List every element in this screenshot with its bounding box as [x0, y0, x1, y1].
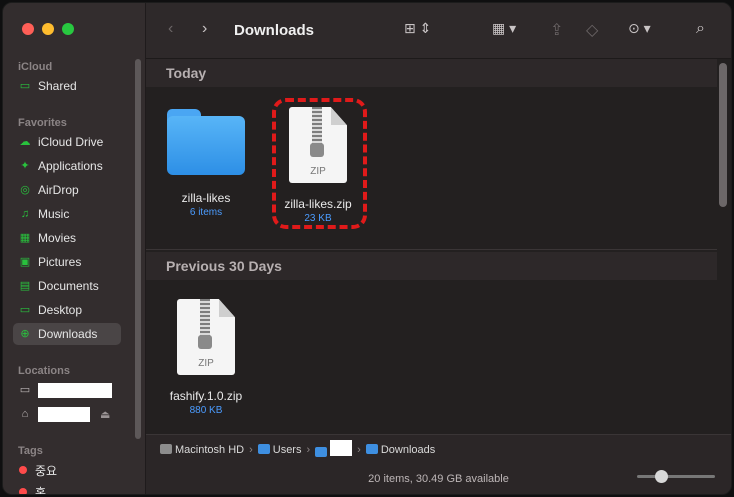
laptop-icon: ▭ — [19, 383, 31, 396]
airdrop-icon: ◎ — [20, 183, 30, 196]
section-divider — [146, 249, 717, 250]
zip-badge-label: ZIP — [198, 358, 214, 369]
section-header-today: Today — [146, 59, 717, 87]
sidebar-section-icloud: iCloud — [18, 61, 53, 73]
downloads-folder-icon — [365, 443, 378, 454]
redacted-name — [330, 440, 353, 456]
sidebar-item-documents[interactable]: ▤ Documents — [13, 275, 121, 297]
sidebar-section-favorites: Favorites — [18, 117, 67, 129]
content-scrollbar[interactable] — [719, 63, 727, 207]
path-item-users[interactable]: Users — [257, 443, 302, 456]
pictures-icon: ▣ — [19, 255, 31, 268]
sidebar-tag-label: 혹 — [35, 485, 47, 495]
search-icon[interactable]: ⌕ — [696, 20, 705, 38]
path-label: Downloads — [380, 443, 436, 456]
sidebar-item-label: Applications — [38, 159, 103, 173]
drive-icon: ⌂ — [21, 407, 29, 420]
sidebar-item-movies[interactable]: ▦ Movies — [13, 227, 121, 249]
file-meta: 880 KB — [189, 405, 223, 416]
cloud-icon: ☁ — [19, 135, 31, 148]
desktop-icon: ▭ — [19, 303, 31, 316]
view-mode-icon[interactable]: ⊞ ⇕ — [404, 20, 431, 37]
sidebar-section-tags: Tags — [18, 445, 43, 457]
movies-icon: ▦ — [19, 231, 31, 244]
sidebar-item-label: Movies — [38, 231, 77, 245]
slider-knob[interactable] — [655, 470, 668, 483]
shared-folder-icon: ▭ — [19, 79, 31, 92]
sidebar-scrollbar[interactable] — [135, 59, 141, 439]
file-meta: 6 items — [189, 207, 223, 218]
sidebar-tag-item[interactable]: 중요 — [13, 459, 121, 481]
file-name: fashify.1.0.zip — [169, 389, 243, 403]
forward-icon[interactable]: › — [202, 20, 207, 38]
zoom-window-button[interactable] — [62, 23, 74, 35]
tag-icon[interactable]: ◇ — [586, 20, 598, 40]
more-actions-icon[interactable]: ⊙ ▾ — [628, 20, 651, 37]
sidebar-section-locations: Locations — [18, 365, 70, 377]
sidebar-item-applications[interactable]: ✦ Applications — [13, 155, 121, 177]
group-by-icon[interactable]: ▦ ▾ — [492, 20, 516, 37]
path-label: Users — [272, 443, 302, 456]
tag-color-icon — [19, 488, 27, 494]
sidebar-item-pictures[interactable]: ▣ Pictures — [13, 251, 121, 273]
path-item-user[interactable] — [315, 440, 353, 459]
music-icon: ♫ — [20, 207, 30, 220]
file-item[interactable]: ZIP fashify.1.0.zip 880 KB — [156, 299, 256, 416]
file-name: zilla-likes — [181, 191, 231, 205]
toolbar: ‹ › Downloads ⊞ ⇕ ▦ ▾ ⇪ ◇ ⊙ ▾ ⌕ — [146, 3, 731, 59]
sidebar: iCloud ▭ Shared Favorites ☁ iCloud Drive… — [3, 3, 146, 494]
sidebar-item-desktop[interactable]: ▭ Desktop — [13, 299, 121, 321]
status-text: 20 items, 30.49 GB available — [368, 473, 509, 485]
path-item-hd[interactable]: Macintosh HD — [160, 443, 245, 456]
path-label: Macintosh HD — [175, 443, 245, 456]
path-separator: › — [249, 443, 253, 456]
section-header-previous-30-days: Previous 30 Days — [146, 252, 717, 280]
path-item-downloads[interactable]: Downloads — [365, 443, 436, 456]
sidebar-item-label: AirDrop — [38, 183, 79, 197]
sidebar-item-label: Downloads — [38, 327, 98, 341]
window-controls — [22, 23, 74, 35]
sidebar-item-label: Pictures — [38, 255, 82, 269]
path-bar: Macintosh HD › Users › › Downloads — [146, 434, 731, 464]
sidebar-tag-label: 중요 — [35, 463, 58, 478]
redacted-name — [38, 382, 112, 398]
sidebar-tag-item[interactable]: 혹 — [13, 481, 121, 495]
status-bar: 20 items, 30.49 GB available — [146, 464, 731, 494]
sidebar-item-music[interactable]: ♫ Music — [13, 203, 121, 225]
sidebar-item-downloads[interactable]: ⊕ Downloads — [13, 323, 121, 345]
minimize-window-button[interactable] — [42, 23, 54, 35]
file-item[interactable]: zilla-likes 6 items — [156, 109, 256, 218]
sidebar-item-label: Music — [38, 207, 70, 221]
sidebar-item-label: iCloud Drive — [38, 135, 104, 149]
sidebar-item-label: Shared — [38, 79, 77, 93]
downloads-icon: ⊕ — [20, 327, 30, 340]
zip-file-icon: ZIP — [177, 299, 235, 375]
sidebar-item-location-drive[interactable]: ⌂ ⏏ — [13, 403, 121, 425]
highlight-annotation — [272, 98, 367, 229]
sidebar-item-location-computer[interactable]: ▭ — [13, 379, 121, 401]
folder-icon — [167, 109, 245, 175]
redacted-name — [38, 406, 90, 422]
sidebar-item-airdrop[interactable]: ◎ AirDrop — [13, 179, 121, 201]
icon-size-slider[interactable] — [637, 470, 715, 483]
documents-icon: ▤ — [19, 279, 31, 292]
path-separator: › — [306, 443, 311, 456]
close-window-button[interactable] — [22, 23, 34, 35]
file-browser: Today zilla-likes 6 items ZIP zilla-like… — [146, 59, 731, 434]
path-separator: › — [357, 443, 361, 456]
sidebar-item-icloud-drive[interactable]: ☁ iCloud Drive — [13, 131, 121, 153]
sidebar-item-shared[interactable]: ▭ Shared — [13, 75, 121, 97]
tag-color-icon — [19, 466, 27, 474]
back-icon[interactable]: ‹ — [168, 20, 173, 38]
share-icon[interactable]: ⇪ — [550, 20, 563, 40]
window-title: Downloads — [234, 22, 315, 39]
folder-icon — [315, 447, 328, 457]
folder-icon — [257, 443, 270, 454]
finder-window: iCloud ▭ Shared Favorites ☁ iCloud Drive… — [2, 2, 732, 495]
applications-icon: ✦ — [20, 159, 30, 172]
hard-drive-icon — [160, 443, 172, 454]
eject-icon[interactable]: ⏏ — [100, 408, 110, 421]
sidebar-item-label: Desktop — [38, 303, 83, 317]
sidebar-item-label: Documents — [38, 279, 99, 293]
